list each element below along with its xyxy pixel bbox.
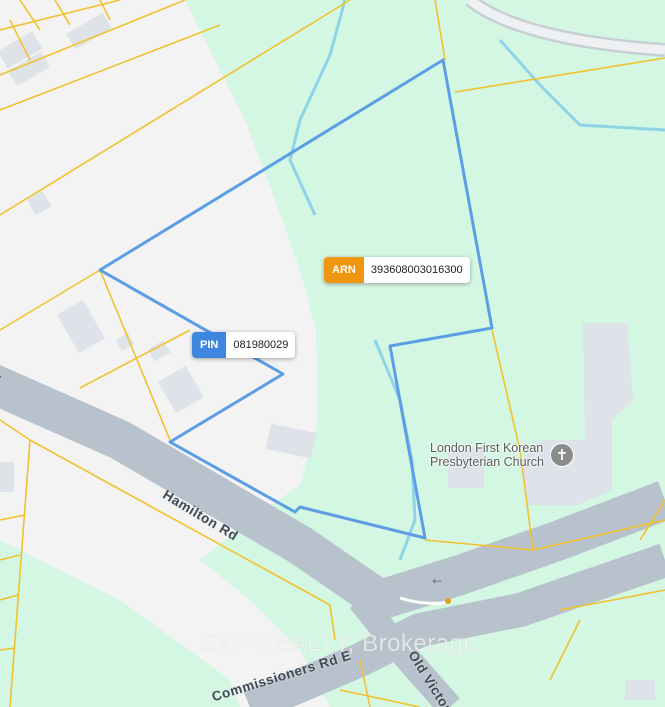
traffic-signal-icon bbox=[445, 598, 451, 604]
cross-icon: ✝ bbox=[549, 443, 574, 467]
map-view[interactable]: ← Hamilton Rd Commissioners Rd E Old Vic… bbox=[0, 0, 665, 707]
map-canvas[interactable]: ← bbox=[0, 0, 665, 707]
church-poi[interactable]: London First Korean Presbyterian Church … bbox=[430, 441, 574, 469]
pin-badge-key: PIN bbox=[192, 332, 227, 358]
direction-arrow-icon: ← bbox=[432, 574, 442, 588]
pin-badge-value: 081980029 bbox=[226, 332, 296, 358]
pin-badge[interactable]: PIN 081980029 bbox=[192, 332, 296, 358]
church-name-line2: Presbyterian Church bbox=[430, 455, 544, 469]
arn-badge-value: 393608003016300 bbox=[363, 257, 470, 283]
church-name-line1: London First Korean bbox=[430, 441, 544, 455]
church-name: London First Korean Presbyterian Church bbox=[430, 441, 544, 469]
arn-badge-key: ARN bbox=[324, 257, 364, 283]
arn-badge[interactable]: ARN 393608003016300 bbox=[324, 257, 470, 283]
